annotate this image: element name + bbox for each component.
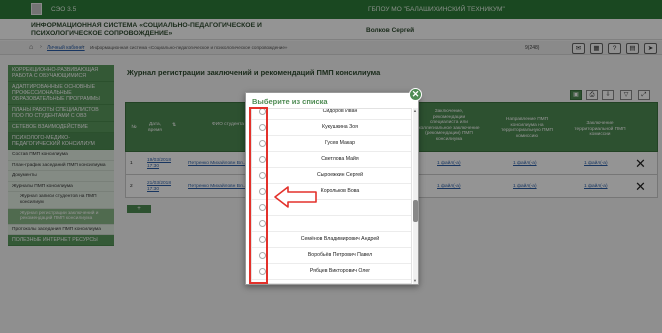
list-item[interactable]: Светлова Майя	[252, 152, 411, 168]
list-item[interactable]: Сидоров Иван	[252, 109, 411, 120]
dialog-title: Выберите из списка	[252, 97, 328, 106]
highlight-box	[249, 107, 268, 284]
select-dialog: Выберите из списка ✕ Сидоров Иван Кукушк…	[245, 88, 422, 285]
pointer-arrow-icon	[274, 186, 317, 208]
scroll-down-icon[interactable]: ▼	[413, 278, 417, 283]
scroll-up-icon[interactable]: ▲	[413, 108, 417, 113]
list-item[interactable]: Гусев Макар	[252, 136, 411, 152]
list-item[interactable]: Семёнов Владимирович Андрей	[252, 232, 411, 248]
scroll-thumb[interactable]	[413, 200, 418, 222]
close-icon[interactable]: ✕	[409, 88, 422, 101]
list-scrollbar[interactable]: ▲ ▼	[413, 108, 418, 284]
list-item[interactable]: Воробьёв Петрович Павел	[252, 248, 411, 264]
list-item[interactable]: Рябцев Викторович Олег	[252, 264, 411, 280]
list-item[interactable]: Кукушкина Зоя	[252, 120, 411, 136]
list-item[interactable]: Сыроежкин Сергей	[252, 168, 411, 184]
list-item[interactable]	[252, 216, 411, 232]
